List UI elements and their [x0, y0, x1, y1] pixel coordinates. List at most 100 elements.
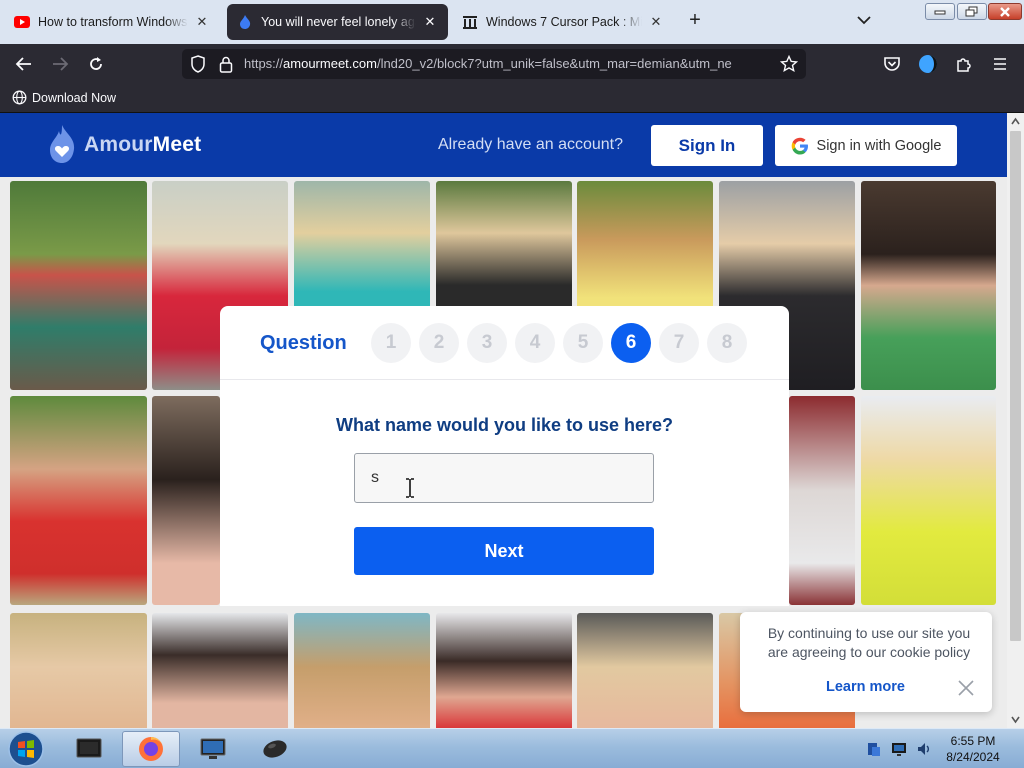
profile-photo[interactable] — [861, 396, 996, 605]
profile-photo[interactable] — [577, 613, 713, 728]
url-text[interactable]: https://amourmeet.com/lnd20_v2/block7?ut… — [244, 56, 774, 71]
close-icon[interactable]: ✕ — [194, 14, 210, 30]
divider — [220, 379, 789, 380]
tab-title: You will never feel lonely again — [261, 15, 416, 29]
firefox-icon — [139, 737, 164, 761]
taskbar-app-terminal[interactable] — [60, 731, 118, 767]
profile-photo[interactable] — [294, 613, 430, 728]
profile-photo[interactable] — [294, 181, 430, 311]
scroll-up-icon[interactable] — [1011, 117, 1020, 126]
step-4: 4 — [515, 323, 555, 363]
tab-title: How to transform Windows 11 — [38, 15, 188, 29]
amourmeet-logo[interactable]: AmourMeet — [48, 125, 201, 165]
profile-photo[interactable] — [10, 613, 147, 728]
scroll-down-icon[interactable] — [1011, 715, 1020, 724]
menu-icon[interactable] — [990, 54, 1010, 74]
reload-icon[interactable] — [86, 54, 106, 74]
youtube-icon — [14, 14, 30, 30]
profile-photo[interactable] — [152, 396, 220, 605]
step-6-current: 6 — [611, 323, 651, 363]
url-domain: amourmeet.com — [283, 56, 377, 71]
archive-icon — [462, 14, 478, 30]
address-bar[interactable]: https://amourmeet.com/lnd20_v2/block7?ut… — [182, 49, 806, 79]
clock-time: 6:55 PM — [950, 734, 996, 748]
quiz-modal: Question 1 2 3 4 5 6 7 8 What name would… — [220, 306, 789, 606]
mouse-icon — [263, 740, 287, 758]
close-icon[interactable]: ✕ — [422, 14, 438, 30]
back-arrow-icon[interactable] — [14, 54, 34, 74]
profile-photo[interactable] — [861, 181, 996, 390]
close-icon[interactable]: ✕ — [648, 14, 664, 30]
taskbar-app-display[interactable] — [184, 731, 242, 767]
tab-archive[interactable]: Windows 7 Cursor Pack : Micro ✕ — [452, 4, 674, 40]
star-bookmark-icon[interactable] — [779, 54, 799, 74]
clock-date: 8/24/2024 — [946, 750, 1000, 764]
google-sign-in-label: Sign in with Google — [816, 137, 942, 154]
next-button[interactable]: Next — [354, 527, 654, 575]
forward-arrow-icon — [50, 54, 70, 74]
system-clock[interactable]: 6:55 PM 8/24/2024 — [930, 733, 1016, 765]
chevron-down-icon[interactable] — [856, 12, 872, 28]
shield-icon[interactable] — [188, 54, 208, 74]
flame-heart-icon — [50, 125, 75, 163]
tab-youtube[interactable]: How to transform Windows 11 ✕ — [4, 4, 220, 40]
start-button[interactable] — [6, 730, 46, 768]
name-input[interactable] — [354, 453, 654, 503]
profile-photo[interactable] — [577, 181, 713, 311]
text-cursor-icon — [406, 478, 414, 498]
sign-in-button[interactable]: Sign In — [651, 125, 763, 166]
google-icon — [791, 137, 808, 154]
tab-amourmeet[interactable]: You will never feel lonely again ✕ — [227, 4, 448, 40]
screen: How to transform Windows 11 ✕ You will n… — [0, 0, 1024, 768]
taskbar-app-firefox[interactable] — [122, 731, 180, 767]
cookie-notice: By continuing to use our site you are ag… — [740, 612, 992, 712]
bookmark-download-now[interactable]: Download Now — [12, 90, 116, 105]
step-8: 8 — [707, 323, 747, 363]
terminal-icon — [76, 738, 102, 758]
question-text: What name would you like to use here? — [335, 415, 674, 435]
profile-photo[interactable] — [152, 613, 288, 728]
minimize-button[interactable] — [925, 3, 955, 20]
account-icon[interactable] — [918, 54, 938, 74]
profile-photo[interactable] — [436, 613, 572, 728]
question-label: Question — [260, 332, 347, 354]
close-icon[interactable] — [956, 678, 976, 698]
google-sign-in-button[interactable]: Sign in with Google — [775, 125, 957, 166]
url-path: /lnd20_v2/block7?utm_unik=false&utm_mar=… — [376, 56, 732, 71]
window-close-button[interactable] — [988, 3, 1022, 20]
brand-name-part: Meet — [152, 133, 202, 156]
new-tab-icon[interactable]: + — [684, 10, 706, 32]
extensions-icon[interactable] — [954, 54, 974, 74]
maximize-button[interactable] — [957, 3, 987, 20]
network-tray-icon[interactable] — [866, 741, 882, 757]
url-scheme: https:// — [244, 56, 284, 71]
cookie-text: By continuing to use our site you are ag… — [767, 625, 971, 660]
brand-name: AmourMeet — [84, 133, 201, 157]
display-tray-icon[interactable] — [891, 741, 907, 757]
amourmeet-flame-icon — [237, 14, 253, 30]
page-scrollbar[interactable] — [1007, 113, 1024, 728]
tab-title: Windows 7 Cursor Pack : Micro — [486, 15, 642, 29]
lock-icon[interactable] — [216, 54, 236, 74]
scrollbar-thumb[interactable] — [1010, 131, 1021, 641]
step-1: 1 — [371, 323, 411, 363]
taskbar: 6:55 PM 8/24/2024 — [0, 728, 1024, 768]
pocket-icon[interactable] — [882, 54, 902, 74]
bookmark-label: Download Now — [32, 90, 117, 105]
step-2: 2 — [419, 323, 459, 363]
already-have-account-text: Already have an account? — [438, 136, 624, 153]
question-steps: 1 2 3 4 5 6 7 8 — [371, 323, 755, 363]
learn-more-link[interactable]: Learn more — [826, 679, 905, 695]
profile-photo[interactable] — [10, 181, 147, 390]
taskbar-app-mouse[interactable] — [246, 731, 304, 767]
step-5: 5 — [563, 323, 603, 363]
brand-name-part: Amour — [84, 133, 153, 156]
monitor-icon — [200, 738, 226, 759]
profile-photo[interactable] — [789, 396, 855, 605]
profile-photo[interactable] — [10, 396, 147, 605]
site-header: AmourMeet Already have an account? Sign … — [0, 113, 1007, 177]
browser-tab-strip: How to transform Windows 11 ✕ You will n… — [0, 0, 1024, 44]
globe-icon — [12, 90, 27, 105]
step-7: 7 — [659, 323, 699, 363]
profile-photo[interactable] — [436, 181, 572, 311]
